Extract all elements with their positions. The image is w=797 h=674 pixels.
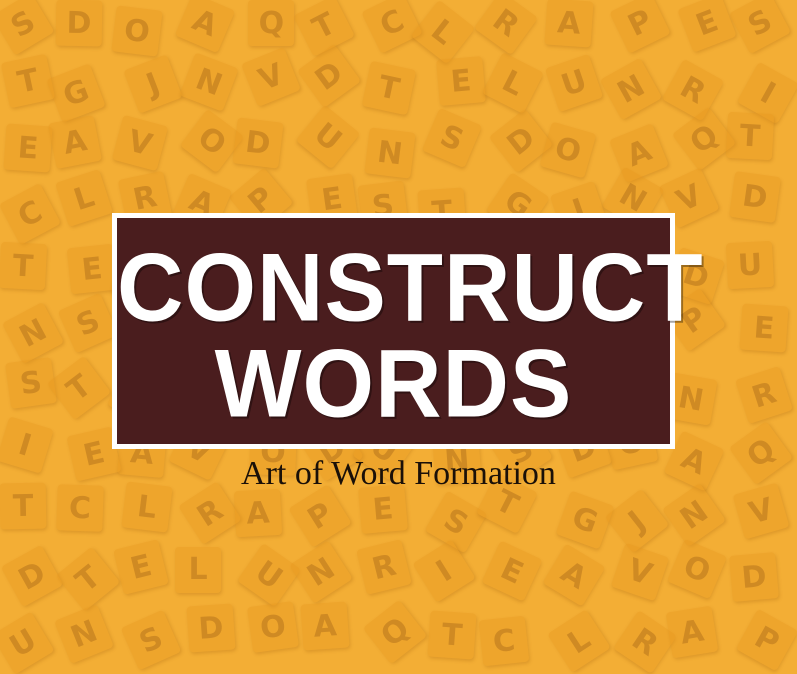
letter-tile-icon: E: [436, 55, 487, 106]
letter-tile-icon: L: [175, 546, 222, 593]
letter-tile-icon: O: [247, 601, 300, 654]
letter-tile-icon: S: [728, 0, 791, 55]
letter-tile-icon: D: [296, 43, 361, 109]
letter-tile-icon: R: [661, 58, 725, 121]
letter-tile-icon: J: [123, 53, 184, 114]
letter-tile-icon: S: [120, 609, 182, 670]
letter-tile-icon: A: [234, 488, 283, 538]
letter-tile-icon: D: [0, 545, 64, 608]
title-banner: CONSTRUCT WORDS: [112, 213, 704, 449]
letter-tile-icon: L: [55, 168, 114, 227]
letter-tile-icon: N: [364, 127, 416, 179]
letter-tile-icon: G: [46, 63, 106, 123]
letter-tile-icon: J: [605, 489, 670, 554]
subtitle: Art of Word Formation: [241, 455, 556, 492]
letter-tile-icon: V: [111, 115, 169, 172]
letter-tile-icon: L: [482, 52, 545, 114]
letter-tile-icon: C: [0, 182, 61, 245]
letter-tile-icon: R: [355, 539, 412, 596]
letter-tile-icon: P: [735, 608, 797, 671]
title-line-construct: CONSTRUCT: [117, 234, 704, 342]
letter-tile-icon: N: [179, 52, 239, 113]
letter-tile-icon: Q: [363, 599, 428, 665]
letter-tile-icon: N: [289, 539, 354, 604]
letter-tile-icon: O: [666, 539, 727, 600]
letter-tile-icon: N: [1, 301, 64, 364]
letter-tile-icon: U: [544, 53, 604, 113]
letter-tile-icon: A: [665, 605, 719, 659]
letter-tile-icon: D: [186, 603, 237, 653]
letter-tile-icon: E: [677, 0, 737, 53]
letter-tile-icon: D: [55, 0, 103, 47]
letter-tile-icon: C: [478, 616, 530, 667]
title-line-words: WORDS: [214, 330, 573, 438]
letter-tile-icon: N: [54, 604, 115, 665]
letter-tile-icon: T: [427, 610, 477, 660]
letter-tile-icon: U: [0, 611, 55, 674]
letter-tile-icon: A: [543, 0, 594, 48]
letter-tile-icon: R: [473, 0, 539, 56]
letter-tile-icon: O: [111, 4, 163, 57]
letter-tile-icon: C: [361, 0, 423, 54]
letter-tile-icon: T: [55, 546, 121, 611]
letter-tile-icon: A: [174, 0, 236, 54]
letter-tile-icon: A: [300, 601, 350, 651]
letter-tile-icon: S: [57, 292, 119, 354]
letter-tile-icon: T: [361, 60, 417, 116]
letter-tile-icon: U: [725, 241, 774, 290]
letter-tile-icon: P: [608, 0, 671, 54]
letter-tile-icon: R: [735, 365, 794, 424]
letter-tile-icon: S: [0, 0, 55, 56]
letter-tile-icon: L: [410, 0, 476, 65]
letter-tile-icon: T: [726, 111, 775, 161]
letter-tile-icon: V: [610, 542, 669, 601]
letter-tile-icon: E: [3, 123, 53, 173]
letter-tile-icon: D: [728, 171, 781, 224]
letter-tile-icon: A: [542, 543, 606, 607]
letter-tile-icon: O: [539, 121, 597, 179]
letter-tile-icon: N: [661, 483, 726, 548]
letter-tile-icon: Q: [248, 0, 295, 46]
letter-tile-icon: V: [241, 47, 302, 107]
letter-tile-icon: T: [293, 0, 356, 58]
letter-tile-icon: T: [46, 356, 111, 421]
letter-tile-icon: T: [0, 241, 48, 290]
letter-tile-icon: U: [296, 104, 361, 170]
letter-tile-icon: A: [47, 115, 102, 169]
letter-tile-icon: D: [232, 117, 284, 169]
letter-tile-icon: E: [67, 243, 118, 294]
letter-tile-icon: S: [424, 490, 487, 554]
letter-tile-icon: G: [555, 490, 615, 550]
letter-tile-icon: L: [546, 609, 611, 673]
letter-tile-icon: E: [738, 303, 789, 354]
letter-tile-icon: U: [236, 542, 301, 608]
letter-tile-icon: P: [287, 483, 352, 548]
letter-tile-icon: D: [728, 551, 779, 602]
letter-tile-icon: S: [421, 107, 482, 169]
letter-tile-icon: A: [609, 122, 670, 183]
letter-tile-icon: N: [599, 57, 663, 121]
letter-tile-icon: E: [481, 540, 543, 602]
letter-tile-icon: E: [112, 539, 169, 595]
